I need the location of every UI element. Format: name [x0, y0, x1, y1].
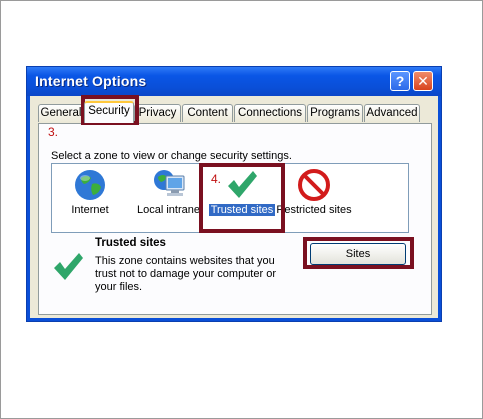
zone-label: Local intranet — [136, 204, 204, 216]
close-button[interactable]: ✕ — [413, 71, 433, 91]
title-bar: Internet Options ? ✕ — [27, 67, 441, 96]
step-3-label: 3. — [48, 125, 59, 139]
zone-label: Internet — [71, 204, 109, 216]
globe-icon — [73, 168, 107, 202]
zone-heading: Trusted sites — [95, 237, 166, 249]
zone-restricted-sites[interactable]: Restricted sites — [274, 166, 354, 216]
trusted-sites-checkmark-icon — [51, 250, 85, 289]
tab-content[interactable]: Content — [182, 104, 233, 122]
zone-internet[interactable]: Internet — [50, 166, 130, 216]
zone-prompt: Select a zone to view or change security… — [51, 150, 292, 162]
tab-advanced[interactable]: Advanced — [364, 104, 420, 122]
window-title: Internet Options — [35, 73, 147, 89]
tab-privacy[interactable]: Privacy — [134, 104, 181, 122]
tab-connections[interactable]: Connections — [234, 104, 306, 122]
step-4-label: 4. — [211, 172, 222, 186]
tab-general[interactable]: General — [38, 104, 84, 122]
zone-local-intranet[interactable]: Local intranet — [130, 166, 210, 216]
no-entry-icon — [297, 168, 331, 202]
tab-security[interactable]: Security — [84, 101, 134, 123]
computer-globe-icon — [153, 168, 187, 202]
sites-button[interactable]: Sites — [310, 243, 406, 265]
help-button[interactable]: ? — [390, 71, 410, 91]
tab-programs[interactable]: Programs — [307, 104, 363, 122]
zone-label: Restricted sites — [276, 204, 352, 216]
sites-button-label: Sites — [345, 248, 371, 260]
zone-description: This zone contains websites that you tru… — [95, 255, 276, 293]
